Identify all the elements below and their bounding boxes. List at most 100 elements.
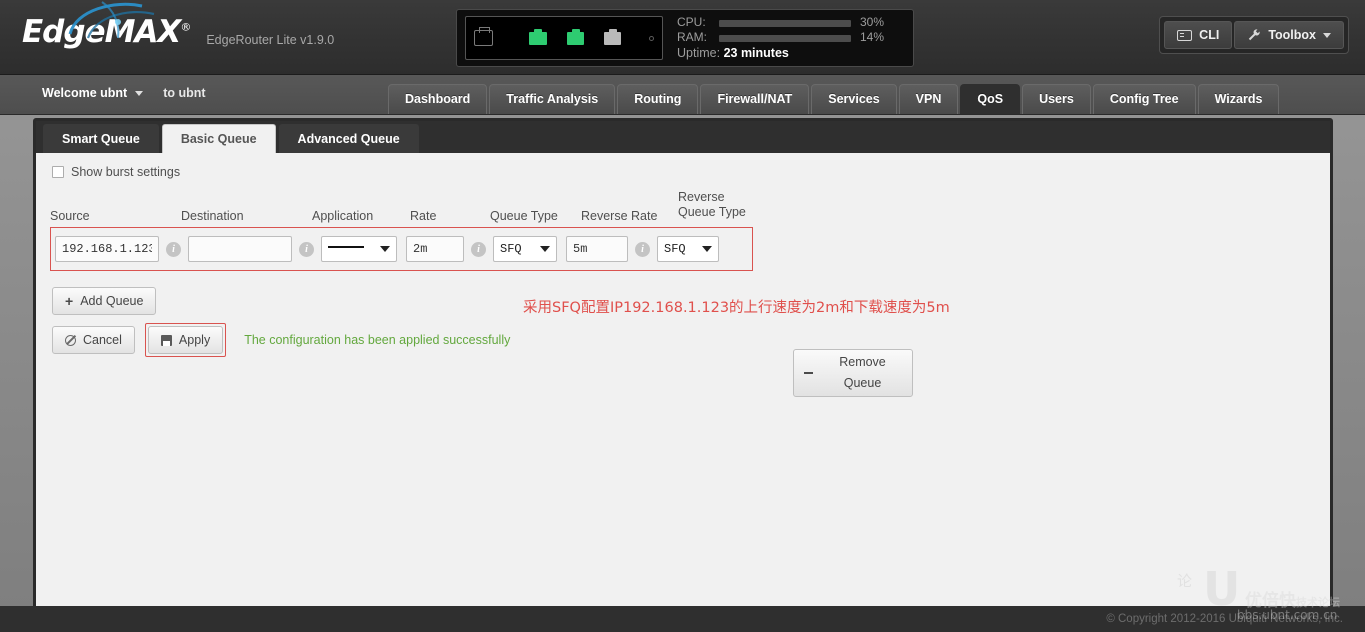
cancel-label: Cancel xyxy=(83,333,122,347)
reverse-rate-info-icon[interactable]: i xyxy=(635,241,650,257)
annotation-text: 采用SFQ配置IP192.168.1.123的上行速度为2m和下载速度为5m xyxy=(523,300,950,316)
source-input[interactable] xyxy=(55,236,159,262)
column-header-application: Application xyxy=(312,209,374,223)
host-label: to ubnt xyxy=(163,86,206,100)
nav-tab-users[interactable]: Users xyxy=(1022,84,1091,114)
welcome-label: Welcome ubnt xyxy=(42,86,128,100)
column-header-reverse-rate: Reverse Rate xyxy=(581,209,658,223)
toolbox-button[interactable]: Toolbox xyxy=(1234,21,1344,49)
ram-label: RAM: xyxy=(677,30,707,44)
save-icon xyxy=(160,334,172,346)
port-layout-graphic xyxy=(465,16,663,60)
ram-stat-row: RAM: 14% xyxy=(677,30,901,45)
reverse-queue-type-selected-value: SFQ xyxy=(664,242,686,256)
tools-group: CLI Toolbox xyxy=(1159,16,1349,54)
application-selected-value xyxy=(328,246,364,248)
user-menu[interactable]: Welcome ubnt to ubnt xyxy=(42,86,206,100)
minus-icon xyxy=(804,371,813,375)
column-header-rate: Rate xyxy=(410,209,437,223)
model-version-label: EdgeRouter Lite v1.9.0 xyxy=(206,33,335,47)
subtab-basic-queue[interactable]: Basic Queue xyxy=(161,124,276,153)
nav-tab-wizards[interactable]: Wizards xyxy=(1197,84,1280,114)
show-burst-label: Show burst settings xyxy=(71,165,181,179)
nav-tab-vpn[interactable]: VPN xyxy=(898,84,959,114)
destination-info-icon[interactable]: i xyxy=(299,241,314,257)
chevron-down-icon xyxy=(1323,32,1331,38)
column-headers: Source Destination Application Rate Queu… xyxy=(50,190,1316,223)
nav-tab-routing[interactable]: Routing xyxy=(617,84,699,114)
toolbox-button-label: Toolbox xyxy=(1268,28,1316,42)
queue-form-body: Show burst settings Source Destination A… xyxy=(36,153,1330,611)
brand-logo: EdgeMAX® EdgeRouter Lite v1.9.0 xyxy=(22,1,335,50)
column-header-queue-type: Queue Type xyxy=(490,209,558,223)
remove-queue-label-line1: Remove xyxy=(839,355,886,369)
ram-percent: 14% xyxy=(860,30,885,44)
copyright-text: © Copyright 2012-2016 Ubiquiti Networks,… xyxy=(1106,613,1343,625)
ram-meter xyxy=(719,34,851,42)
uptime-label: Uptime: xyxy=(677,46,721,60)
subtab-advanced-queue[interactable]: Advanced Queue xyxy=(278,124,419,153)
queue-subtabs: Smart Queue Basic Queue Advanced Queue xyxy=(36,121,1330,153)
logo-registered-mark: ® xyxy=(180,20,191,34)
form-actions: Cancel Apply The configuration has been … xyxy=(52,323,1316,357)
logo-edge-text: Edge xyxy=(22,14,106,50)
queue-row: i i i SFQ i SFQ xyxy=(50,227,753,271)
chevron-down-icon xyxy=(540,246,550,252)
queue-form-zone: Source Destination Application Rate Queu… xyxy=(50,190,1316,271)
remove-queue-button[interactable]: Remove Queue xyxy=(793,349,913,397)
ethernet-port-icon-2[interactable] xyxy=(566,28,584,45)
nav-tab-qos[interactable]: QoS xyxy=(960,84,1021,114)
show-burst-checkbox[interactable] xyxy=(52,166,64,178)
destination-input[interactable] xyxy=(188,236,292,262)
queue-type-selected-value: SFQ xyxy=(500,242,522,256)
rate-info-icon[interactable]: i xyxy=(471,241,486,257)
cpu-label: CPU: xyxy=(677,15,706,29)
logo-text: EdgeMAX® xyxy=(22,1,191,50)
ethernet-port-icon-1[interactable] xyxy=(529,28,547,45)
ban-icon xyxy=(65,334,76,346)
apply-label: Apply xyxy=(178,333,211,347)
wrench-icon xyxy=(1249,29,1260,41)
apply-highlight: Apply xyxy=(144,323,227,357)
column-header-destination: Destination xyxy=(181,209,244,223)
success-message: The configuration has been applied succe… xyxy=(244,333,511,347)
nav-tab-services[interactable]: Services xyxy=(811,84,897,114)
logo-max-text: MAX xyxy=(104,14,182,50)
column-header-reverse-queue-type: Reverse Queue Type xyxy=(678,190,746,219)
nav-bar: Welcome ubnt to ubnt Dashboard Traffic An… xyxy=(0,75,1365,115)
application-select[interactable] xyxy=(321,236,397,262)
cpu-percent: 30% xyxy=(860,15,885,29)
chevron-down-icon xyxy=(135,90,144,96)
nav-tab-firewall-nat[interactable]: Firewall/NAT xyxy=(700,84,810,114)
nav-tab-config-tree[interactable]: Config Tree xyxy=(1092,84,1196,114)
source-info-icon[interactable]: i xyxy=(166,241,181,257)
cancel-button[interactable]: Cancel xyxy=(52,326,135,354)
uptime-value: 23 minutes xyxy=(723,46,789,60)
ethernet-port-icon-3[interactable] xyxy=(603,28,622,45)
status-dot-icon xyxy=(649,35,654,41)
rate-input[interactable] xyxy=(406,236,464,262)
chevron-down-icon xyxy=(380,246,390,252)
plus-icon: + xyxy=(65,293,74,309)
reverse-rate-input[interactable] xyxy=(566,236,628,262)
reverse-queue-type-select[interactable]: SFQ xyxy=(657,236,719,262)
remove-queue-label-line2: Queue xyxy=(843,376,882,390)
column-header-source: Source xyxy=(50,209,90,223)
footer-bar: © Copyright 2012-2016 Ubiquiti Networks,… xyxy=(0,606,1365,632)
add-queue-label: Add Queue xyxy=(80,294,144,308)
add-queue-button[interactable]: + Add Queue xyxy=(52,287,157,315)
remove-queue-label: Remove Queue xyxy=(819,352,912,394)
apply-button[interactable]: Apply xyxy=(147,326,224,354)
cli-button[interactable]: CLI xyxy=(1164,21,1233,49)
chevron-down-icon xyxy=(702,246,712,252)
queue-type-select[interactable]: SFQ xyxy=(493,236,557,262)
burst-settings-row: Show burst settings xyxy=(52,165,1316,179)
cpu-meter xyxy=(719,19,851,27)
subtab-smart-queue[interactable]: Smart Queue xyxy=(43,124,159,153)
device-status-panel: CPU: 30% RAM: 14% Uptime: 23 minutes xyxy=(456,9,914,67)
console-port-icon xyxy=(474,27,494,46)
terminal-icon xyxy=(1177,29,1193,41)
uptime-row: Uptime: 23 minutes xyxy=(677,46,901,61)
nav-tab-dashboard[interactable]: Dashboard xyxy=(388,84,488,114)
nav-tab-traffic-analysis[interactable]: Traffic Analysis xyxy=(489,84,616,114)
